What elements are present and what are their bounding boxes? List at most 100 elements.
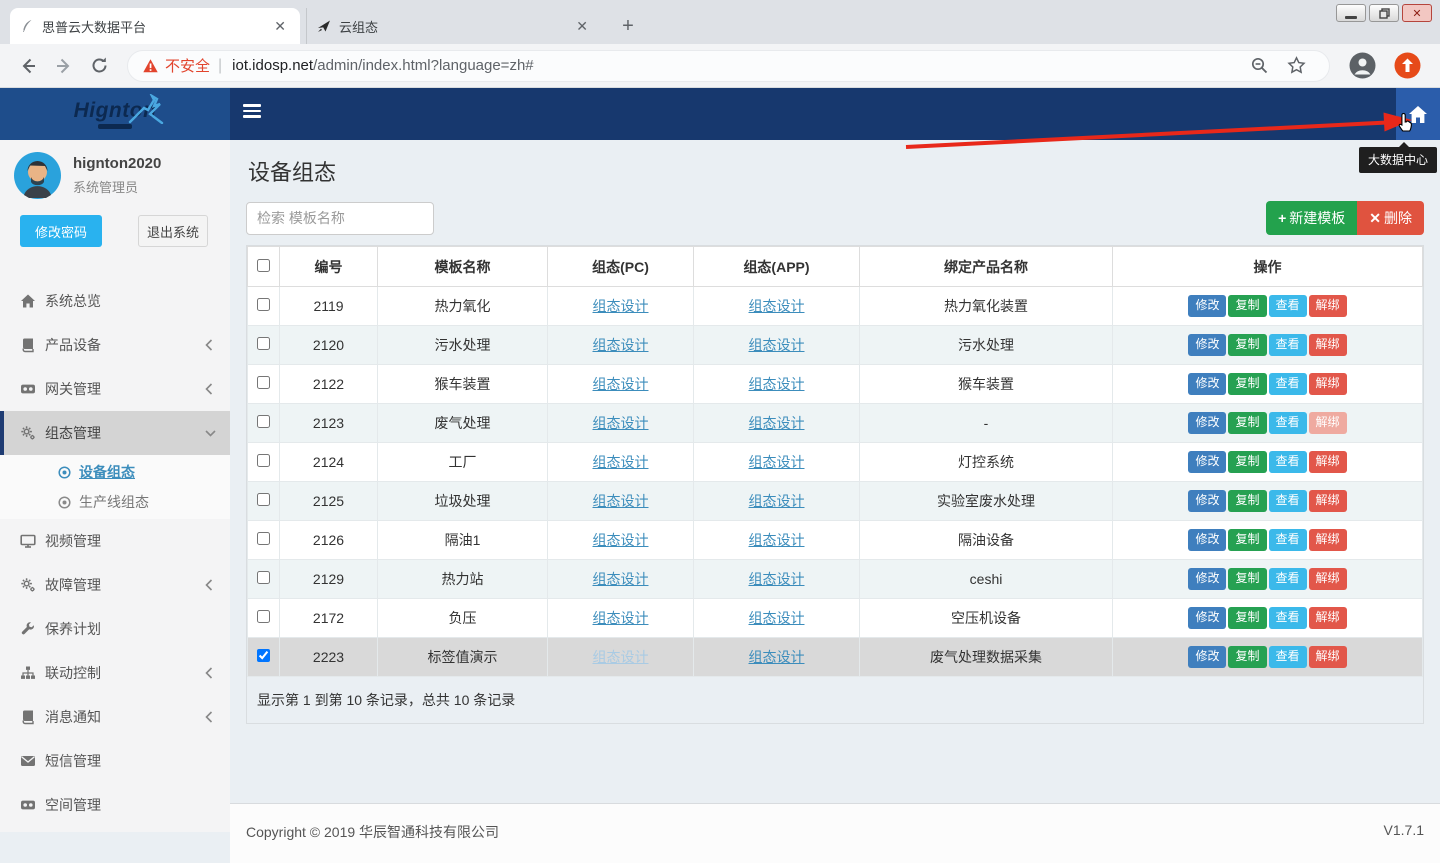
- zoom-icon[interactable]: [1250, 56, 1269, 75]
- app-config-link[interactable]: 组态设计: [749, 454, 805, 470]
- copy-button[interactable]: 复制: [1228, 568, 1266, 589]
- modify-button[interactable]: 修改: [1188, 607, 1226, 628]
- app-config-link[interactable]: 组态设计: [749, 376, 805, 392]
- sidebar-item-fault-management[interactable]: 故障管理: [0, 563, 230, 607]
- sidebar-item-space-management[interactable]: 空间管理: [0, 783, 230, 827]
- modify-button[interactable]: 修改: [1188, 529, 1226, 550]
- select-all-checkbox[interactable]: [257, 259, 270, 272]
- browser-tab-scada[interactable]: 云组态 ✕: [306, 8, 602, 44]
- address-bar[interactable]: 不安全 | iot.idosp.net /admin/index.html?la…: [127, 50, 1330, 82]
- bookmark-star-icon[interactable]: [1287, 56, 1306, 75]
- pc-config-link[interactable]: 组态设计: [593, 376, 649, 392]
- view-button[interactable]: 查看: [1269, 373, 1307, 394]
- delete-button[interactable]: ✕删除: [1357, 201, 1424, 235]
- pc-config-link[interactable]: 组态设计: [593, 649, 649, 665]
- view-button[interactable]: 查看: [1269, 412, 1307, 433]
- copy-button[interactable]: 复制: [1228, 529, 1266, 550]
- unbind-button[interactable]: 解绑: [1309, 295, 1347, 316]
- app-config-link[interactable]: 组态设计: [749, 493, 805, 509]
- modify-button[interactable]: 修改: [1188, 373, 1226, 394]
- pc-config-link[interactable]: 组态设计: [593, 337, 649, 353]
- sidebar-item-video-management[interactable]: 视频管理: [0, 519, 230, 563]
- sidebar-item-sms-management[interactable]: 短信管理: [0, 739, 230, 783]
- unbind-button[interactable]: 解绑: [1309, 451, 1347, 472]
- view-button[interactable]: 查看: [1269, 568, 1307, 589]
- app-config-link[interactable]: 组态设计: [749, 337, 805, 353]
- row-checkbox[interactable]: [257, 454, 270, 467]
- logout-button[interactable]: 退出系统: [138, 215, 208, 247]
- unbind-button[interactable]: 解绑: [1309, 373, 1347, 394]
- view-button[interactable]: 查看: [1269, 334, 1307, 355]
- app-config-link[interactable]: 组态设计: [749, 532, 805, 548]
- unbind-button[interactable]: 解绑: [1309, 568, 1347, 589]
- app-config-link[interactable]: 组态设计: [749, 415, 805, 431]
- pc-config-link[interactable]: 组态设计: [593, 298, 649, 314]
- view-button[interactable]: 查看: [1269, 451, 1307, 472]
- browser-update-icon[interactable]: [1394, 52, 1421, 79]
- copy-button[interactable]: 复制: [1228, 490, 1266, 511]
- restore-button[interactable]: [1369, 4, 1399, 22]
- tab-close-icon[interactable]: ✕: [270, 16, 290, 37]
- modify-button[interactable]: 修改: [1188, 412, 1226, 433]
- copy-button[interactable]: 复制: [1228, 373, 1266, 394]
- pc-config-link[interactable]: 组态设计: [593, 454, 649, 470]
- view-button[interactable]: 查看: [1269, 295, 1307, 316]
- modify-button[interactable]: 修改: [1188, 334, 1226, 355]
- unbind-button[interactable]: 解绑: [1309, 607, 1347, 628]
- profile-avatar-icon[interactable]: [1349, 52, 1376, 79]
- new-template-button[interactable]: +新建模板: [1266, 201, 1357, 235]
- row-checkbox[interactable]: [257, 376, 270, 389]
- unbind-button[interactable]: 解绑: [1309, 529, 1347, 550]
- view-button[interactable]: 查看: [1269, 646, 1307, 667]
- sidebar-subitem-line-scada[interactable]: 生产线组态: [0, 487, 230, 517]
- copy-button[interactable]: 复制: [1228, 334, 1266, 355]
- pc-config-link[interactable]: 组态设计: [593, 532, 649, 548]
- copy-button[interactable]: 复制: [1228, 451, 1266, 472]
- app-config-link[interactable]: 组态设计: [749, 298, 805, 314]
- tab-close-icon[interactable]: ✕: [572, 16, 592, 37]
- app-config-link[interactable]: 组态设计: [749, 649, 805, 665]
- app-config-link[interactable]: 组态设计: [749, 571, 805, 587]
- modify-button[interactable]: 修改: [1188, 568, 1226, 589]
- app-logo[interactable]: Hignton: [0, 88, 230, 140]
- minimize-button[interactable]: [1336, 4, 1366, 22]
- copy-button[interactable]: 复制: [1228, 295, 1266, 316]
- pc-config-link[interactable]: 组态设计: [593, 571, 649, 587]
- forward-icon[interactable]: [54, 56, 74, 76]
- copy-button[interactable]: 复制: [1228, 646, 1266, 667]
- home-button[interactable]: [1396, 88, 1440, 140]
- row-checkbox[interactable]: [257, 298, 270, 311]
- sidebar-item-maintenance-plan[interactable]: 保养计划: [0, 607, 230, 651]
- row-checkbox[interactable]: [257, 571, 270, 584]
- modify-button[interactable]: 修改: [1188, 646, 1226, 667]
- unbind-button[interactable]: 解绑: [1309, 490, 1347, 511]
- reload-icon[interactable]: [90, 56, 109, 75]
- sidebar-item-linkage-control[interactable]: 联动控制: [0, 651, 230, 695]
- view-button[interactable]: 查看: [1269, 490, 1307, 511]
- copy-button[interactable]: 复制: [1228, 607, 1266, 628]
- view-button[interactable]: 查看: [1269, 529, 1307, 550]
- sidebar-item-scada-management[interactable]: 组态管理: [0, 411, 230, 455]
- app-config-link[interactable]: 组态设计: [749, 610, 805, 626]
- modify-button[interactable]: 修改: [1188, 451, 1226, 472]
- row-checkbox[interactable]: [257, 610, 270, 623]
- unbind-button[interactable]: 解绑: [1309, 334, 1347, 355]
- row-checkbox[interactable]: [257, 337, 270, 350]
- close-button[interactable]: ✕: [1402, 4, 1432, 22]
- sidebar-subitem-device-scada[interactable]: 设备组态: [0, 457, 230, 487]
- pc-config-link[interactable]: 组态设计: [593, 610, 649, 626]
- row-checkbox[interactable]: [257, 415, 270, 428]
- row-checkbox[interactable]: [257, 649, 270, 662]
- back-icon[interactable]: [18, 56, 38, 76]
- hamburger-menu-icon[interactable]: [243, 104, 261, 121]
- sidebar-item-gateway-management[interactable]: 网关管理: [0, 367, 230, 411]
- change-password-button[interactable]: 修改密码: [20, 215, 102, 247]
- view-button[interactable]: 查看: [1269, 607, 1307, 628]
- unbind-button[interactable]: 解绑: [1309, 412, 1347, 433]
- row-checkbox[interactable]: [257, 532, 270, 545]
- new-tab-button[interactable]: +: [614, 12, 642, 40]
- sidebar-item-system-overview[interactable]: 系统总览: [0, 279, 230, 323]
- sidebar-item-product-device[interactable]: 产品设备: [0, 323, 230, 367]
- copy-button[interactable]: 复制: [1228, 412, 1266, 433]
- unbind-button[interactable]: 解绑: [1309, 646, 1347, 667]
